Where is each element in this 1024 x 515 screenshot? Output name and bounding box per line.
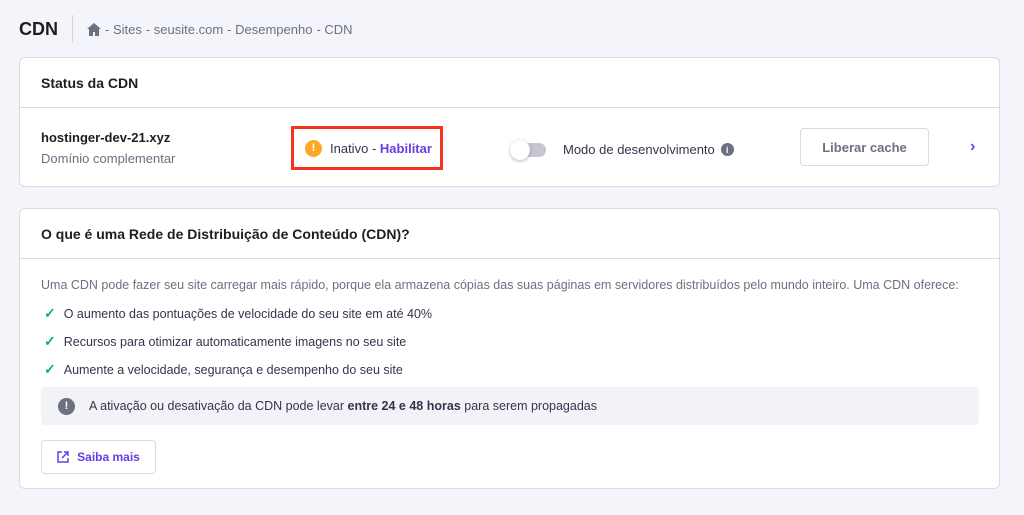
page-header: CDN - Sites - seusite.com - Desempenho -… — [19, 15, 353, 43]
cdn-status-card: Status da CDN hostinger-dev-21.xyz Domín… — [19, 57, 1000, 187]
benefit-text: Recursos para otimizar automaticamente i… — [63, 334, 407, 349]
cdn-description: Uma CDN pode fazer seu site carregar mai… — [41, 278, 959, 292]
breadcrumb-cdn: - CDN — [316, 21, 353, 37]
warning-icon: ! — [305, 139, 322, 157]
home-icon[interactable] — [87, 22, 101, 36]
dev-mode-toggle[interactable] — [510, 140, 546, 160]
status-separator: - — [371, 140, 377, 156]
page-title: CDN — [19, 18, 58, 39]
dev-mode: Modo de desenvolvimento i — [563, 142, 734, 157]
external-link-icon — [57, 451, 69, 463]
toggle-knob — [510, 140, 530, 160]
info-icon[interactable]: i — [720, 143, 734, 156]
propagation-note: ! A ativação ou desativação da CDN pode … — [41, 387, 979, 425]
benefit-item: ✓ Aumente a velocidade, segurança e desem… — [44, 361, 403, 378]
card-title: Status da CDN — [20, 58, 999, 108]
cdn-status: ! Inativo - Habilitar — [291, 126, 443, 170]
card-title: O que é uma Rede de Distribuição de Cont… — [20, 209, 999, 259]
note-text: A ativação ou desativação da CDN pode le… — [89, 399, 345, 413]
note-text-end: para serem propagadas — [464, 399, 597, 413]
breadcrumb-performance[interactable]: - Desempenho — [227, 22, 312, 37]
benefit-item: ✓ O aumento das pontuações de velocidade … — [44, 305, 432, 322]
check-icon: ✓ — [44, 333, 56, 349]
divider — [72, 15, 73, 43]
enable-link[interactable]: Habilitar — [380, 141, 432, 156]
breadcrumb-site[interactable]: - seusite.com — [146, 22, 223, 37]
learn-more-label: Saiba mais — [77, 450, 140, 464]
chevron-right-icon[interactable]: › — [970, 138, 975, 156]
note-bold: entre 24 e 48 horas — [347, 399, 461, 413]
status-text: Inativo — [330, 140, 369, 156]
check-icon: ✓ — [44, 305, 56, 321]
domain-name: hostinger-dev-21.xyz — [41, 130, 171, 145]
benefit-item: ✓ Recursos para otimizar automaticamente … — [44, 333, 406, 350]
alert-icon: ! — [58, 397, 75, 415]
check-icon: ✓ — [44, 361, 56, 377]
benefit-text: O aumento das pontuações de velocidade d… — [63, 306, 433, 321]
cdn-info-card: O que é uma Rede de Distribuição de Cont… — [19, 208, 1000, 489]
dev-mode-label: Modo de desenvolvimento — [563, 142, 715, 157]
learn-more-button[interactable]: Saiba mais — [41, 440, 156, 474]
breadcrumb: - Sites - seusite.com - Desempenho - CDN — [87, 22, 353, 37]
clear-cache-button[interactable]: Liberar cache — [800, 128, 929, 166]
breadcrumb-sites[interactable]: - Sites — [105, 22, 142, 37]
domain-type: Domínio complementar — [41, 151, 176, 166]
benefit-text: Aumente a velocidade, segurança e desemp… — [63, 362, 403, 377]
